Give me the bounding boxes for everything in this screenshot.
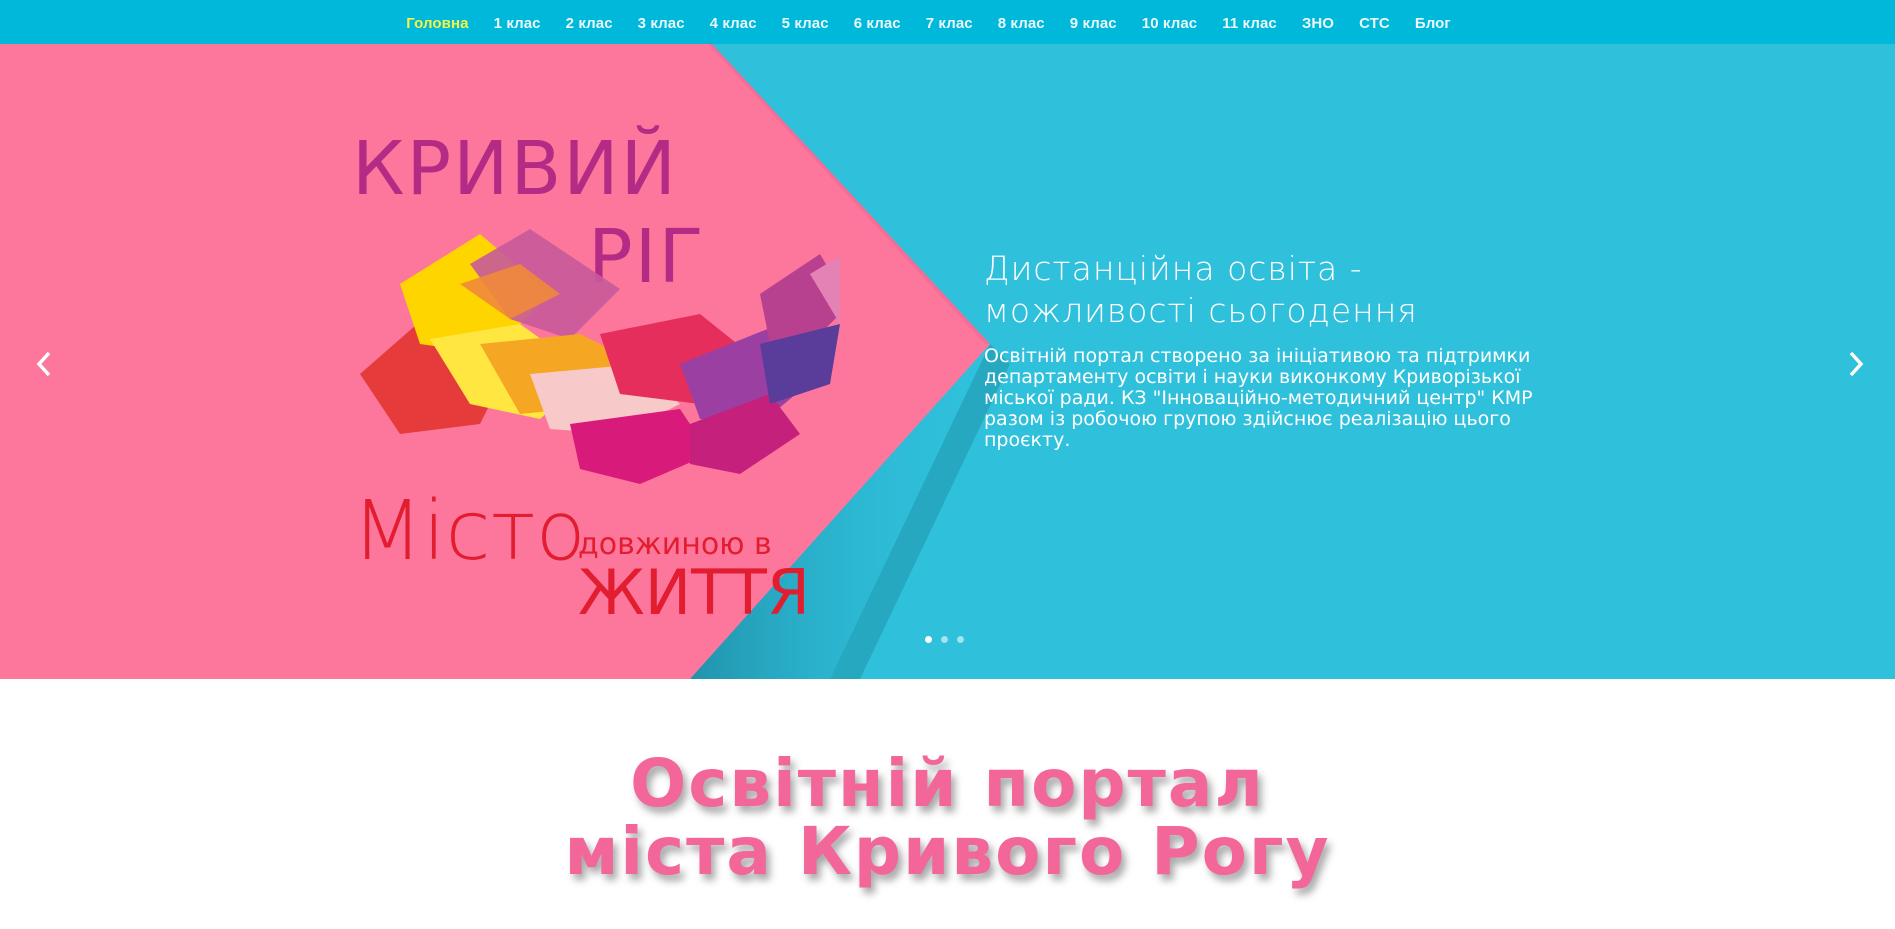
hero-slider: КРИВИЙ РІГ Місто довжиною в ЖИТТЯ Дистан… [0, 44, 1895, 679]
nav-menu: Головна 1 клас 2 клас 3 клас 4 клас 5 кл… [394, 13, 1464, 32]
nav-item-grade-7[interactable]: 7 клас [926, 15, 973, 32]
slider-dot-1[interactable] [925, 636, 932, 643]
nav-item-grade-2[interactable]: 2 клас [566, 15, 613, 32]
slide-description: Освітній портал створено за ініціативою … [984, 345, 1533, 451]
page-title-line2: міста Кривого Рогу [564, 813, 1331, 890]
slider-prev-button[interactable] [24, 344, 64, 384]
nav-item-grade-3[interactable]: 3 клас [638, 15, 685, 32]
logo-text-kryvyi: КРИВИЙ [352, 124, 678, 212]
slider-dot-3[interactable] [957, 636, 964, 643]
logo-text-misto: Місто [352, 484, 586, 579]
logo-text-zhyttia: ЖИТТЯ [578, 556, 810, 624]
slider-pagination [925, 636, 964, 643]
nav-item-grade-8[interactable]: 8 клас [998, 15, 1045, 32]
nav-item-zno[interactable]: ЗНО [1302, 15, 1334, 32]
slider-dot-2[interactable] [941, 636, 948, 643]
chevron-left-icon [36, 351, 51, 377]
slide-title: Дистанційна освіта - можливості сьогоден… [984, 248, 1544, 332]
chevron-right-icon [1849, 351, 1864, 377]
nav-item-grade-1[interactable]: 1 клас [494, 15, 541, 32]
top-navigation: Головна 1 клас 2 клас 3 клас 4 клас 5 кл… [0, 0, 1895, 44]
nav-item-grade-9[interactable]: 9 клас [1070, 15, 1117, 32]
page-title: Освітній портал міста Кривого Рогу [0, 750, 1895, 886]
nav-item-grade-5[interactable]: 5 клас [782, 15, 829, 32]
slide-title-line1: Дистанційна освіта - [984, 249, 1363, 288]
slide-background [0, 44, 1895, 679]
slide-title-line2: можливості сьогодення [984, 291, 1418, 330]
page-title-line1: Освітній портал [630, 745, 1265, 822]
nav-item-blog[interactable]: Блог [1415, 15, 1451, 32]
nav-item-sts[interactable]: СТС [1359, 15, 1390, 32]
nav-item-grade-10[interactable]: 10 клас [1142, 15, 1197, 32]
nav-item-grade-6[interactable]: 6 клас [854, 15, 901, 32]
nav-item-home[interactable]: Головна [406, 15, 468, 32]
slider-next-button[interactable] [1836, 344, 1876, 384]
nav-item-grade-11[interactable]: 11 клас [1222, 15, 1277, 32]
city-logo: КРИВИЙ РІГ Місто довжиною в ЖИТТЯ [320, 104, 895, 629]
nav-item-grade-4[interactable]: 4 клас [710, 15, 757, 32]
